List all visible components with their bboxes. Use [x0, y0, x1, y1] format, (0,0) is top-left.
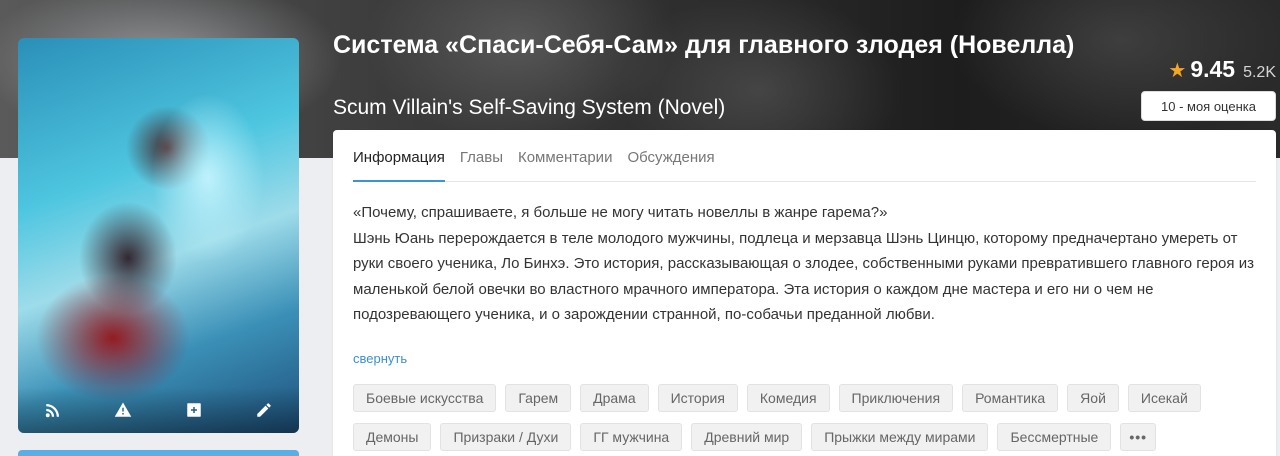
- tag[interactable]: Романтика: [962, 384, 1059, 412]
- tag[interactable]: Древний мир: [691, 423, 803, 451]
- tag[interactable]: Яой: [1067, 384, 1119, 412]
- tag[interactable]: Гарем: [505, 384, 572, 412]
- tag[interactable]: Драма: [580, 384, 649, 412]
- tag[interactable]: Демоны: [353, 423, 432, 451]
- cover-actions-bar: [18, 387, 299, 433]
- more-tags-button[interactable]: •••: [1120, 423, 1157, 451]
- tag[interactable]: ГГ мужчина: [580, 423, 683, 451]
- rating-score: 9.45: [1190, 56, 1236, 82]
- tab-info[interactable]: Информация: [353, 146, 445, 182]
- rating-votes: 5.2K: [1243, 64, 1276, 81]
- tag[interactable]: Призраки / Духи: [440, 423, 572, 451]
- tab-bar: Информация Главы Комментарии Обсуждения: [353, 146, 1256, 182]
- tag[interactable]: Исекай: [1127, 384, 1201, 412]
- tab-comments[interactable]: Комментарии: [518, 146, 612, 182]
- tag[interactable]: Прыжки между мирами: [811, 423, 989, 451]
- tab-chapters[interactable]: Главы: [460, 146, 503, 182]
- tag[interactable]: Боевые искусства: [353, 384, 497, 412]
- rating-summary: ★ 9.45 5.2K: [1168, 56, 1276, 83]
- tag[interactable]: Бессмертные: [997, 423, 1112, 451]
- tag[interactable]: Приключения: [838, 384, 954, 412]
- cover-image[interactable]: [18, 38, 299, 433]
- read-button-edge[interactable]: [18, 450, 299, 456]
- pencil-icon[interactable]: [253, 399, 275, 421]
- description-body: Шэнь Юань перерождается в теле молодого …: [353, 229, 1254, 324]
- star-icon: ★: [1168, 60, 1187, 82]
- collapse-link[interactable]: свернуть: [353, 351, 407, 366]
- tab-discussions[interactable]: Обсуждения: [627, 146, 714, 182]
- my-rating-button[interactable]: 10 - моя оценка: [1141, 91, 1276, 121]
- tag[interactable]: История: [657, 384, 738, 412]
- info-panel: Информация Главы Комментарии Обсуждения …: [333, 130, 1276, 456]
- plus-square-icon[interactable]: [183, 399, 205, 421]
- description: «Почему, спрашиваете, я больше не могу ч…: [353, 200, 1258, 328]
- tag[interactable]: Комедия: [746, 384, 830, 412]
- warning-icon[interactable]: [112, 399, 134, 421]
- page-title: Система «Спаси-Себя-Сам» для главного зл…: [333, 31, 1075, 59]
- page-subtitle: Scum Villain's Self-Saving System (Novel…: [333, 96, 726, 119]
- tag-list: Боевые искусства Гарем Драма История Ком…: [353, 384, 1258, 451]
- description-quote: «Почему, спрашиваете, я больше не могу ч…: [353, 204, 888, 221]
- rss-icon[interactable]: [42, 399, 64, 421]
